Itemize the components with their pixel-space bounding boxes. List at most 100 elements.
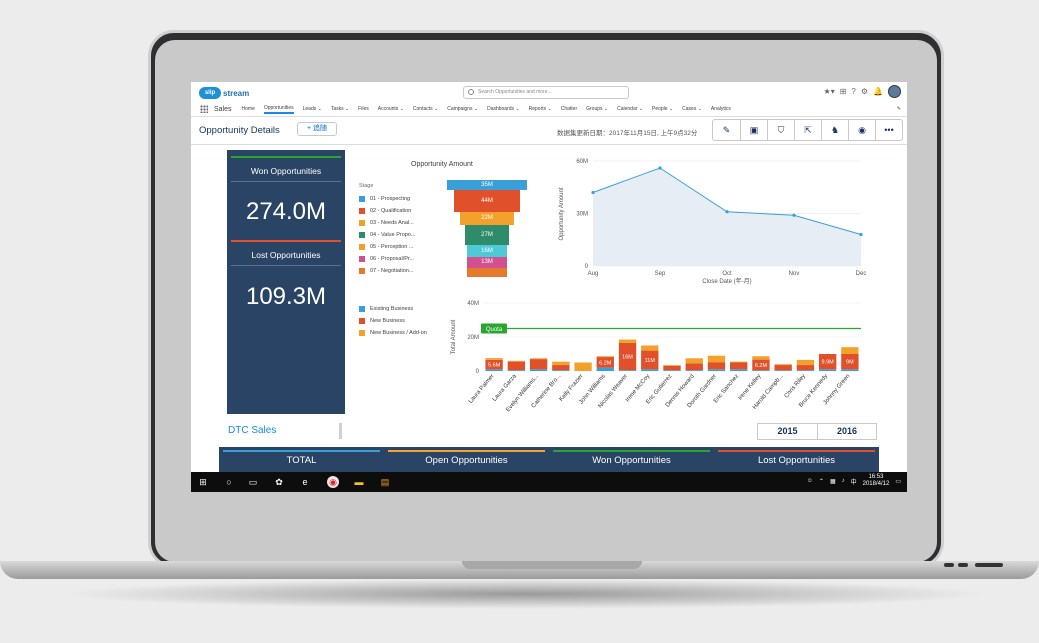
bar-segment — [641, 369, 659, 371]
bar-segment — [485, 369, 503, 371]
legend-label: New Business / Add-on — [370, 330, 427, 336]
laptop-port — [975, 563, 1003, 567]
data-point — [591, 190, 595, 195]
y-axis-label: Total Amount — [451, 319, 457, 354]
bar-segment — [663, 365, 681, 371]
x-axis-label: Close Date (年-月) — [702, 277, 751, 285]
bar-segment — [796, 359, 815, 366]
bar-segment — [752, 356, 770, 360]
summary-column[interactable]: Won Opportunities — [549, 447, 714, 472]
bar-segment — [685, 358, 703, 364]
system-tray: ☺ ⌃ ▦ ♪ 中 16:53 2018/4/12 ▭ — [807, 474, 901, 488]
network-icon[interactable]: ▦ — [830, 478, 836, 485]
x-tick-label: Dec — [856, 271, 867, 277]
data-point — [658, 166, 662, 170]
bar-segment — [552, 370, 570, 371]
clock[interactable]: 16:53 2018/4/12 — [863, 474, 890, 488]
summary-label: TOTAL — [286, 455, 317, 466]
search-icon[interactable]: ○ — [223, 476, 235, 488]
data-point — [859, 232, 863, 237]
ime-indicator[interactable]: 中 — [851, 477, 857, 486]
year-tab[interactable]: 2016 — [817, 424, 876, 439]
bar-segment — [730, 362, 748, 370]
bar-segment — [552, 361, 570, 366]
chrome-icon[interactable]: ◉ — [327, 476, 339, 488]
summary-column[interactable]: Lost Opportunities — [714, 447, 879, 472]
bar-segment — [841, 347, 859, 354]
section-title[interactable]: DTC Sales — [228, 425, 276, 436]
bar-segment — [618, 339, 637, 343]
y-tick-label: 0 — [476, 369, 480, 375]
x-tick-label: Aug — [588, 271, 599, 277]
laptop-port — [958, 563, 968, 567]
widgets-icon[interactable]: ✿ — [273, 476, 285, 488]
volume-icon[interactable]: ♪ — [842, 478, 845, 484]
legend-item[interactable]: New Business / Add-on — [359, 327, 427, 339]
data-label: 9.9M — [822, 360, 835, 366]
bar-segment — [529, 359, 548, 370]
data-label: 16M — [622, 355, 633, 361]
clock-time: 16:53 — [868, 474, 884, 480]
summary-accent-line — [388, 450, 545, 452]
app-icon[interactable]: ▤ — [379, 476, 391, 488]
bar-segment — [552, 365, 570, 371]
summary-accent-line — [223, 450, 380, 452]
bar-segment — [685, 370, 703, 371]
chevron-up-icon[interactable]: ⌃ — [819, 478, 824, 485]
year-tabs: 2015 2016 — [757, 423, 877, 440]
bar-segment — [774, 365, 792, 371]
bar-segment — [707, 369, 726, 371]
windows-taskbar: ⊞ ○ ▭ ✿ e ◉ ▬ ▤ ☺ ⌃ ▦ ♪ 中 16:53 2018/4/1… — [191, 472, 907, 492]
x-tick-label: Laura Palmer — [468, 373, 496, 404]
bar-segment — [507, 360, 526, 362]
summary-accent-line — [718, 450, 875, 452]
explorer-icon[interactable]: ▬ — [353, 476, 365, 488]
legend-swatch — [359, 330, 365, 336]
year-tab[interactable]: 2015 — [758, 424, 817, 439]
edge-icon[interactable]: e — [299, 476, 311, 488]
x-tick-label: Oct — [722, 271, 732, 277]
bar-segment — [818, 369, 837, 371]
clock-date: 2018/4/12 — [862, 481, 890, 487]
legend-item[interactable]: Existing Business — [359, 303, 427, 315]
bar-segment — [707, 362, 726, 370]
legend-swatch — [359, 306, 365, 312]
laptop-notch — [462, 561, 642, 569]
people-icon[interactable]: ☺ — [807, 478, 813, 484]
legend-label: Existing Business — [370, 306, 414, 312]
data-point — [725, 210, 729, 214]
bar-segment — [774, 364, 792, 366]
data-label: 9M — [846, 360, 854, 366]
y-axis-label: Opportunity Amount — [559, 187, 565, 240]
y-tick-label: 0 — [585, 264, 589, 270]
bar-segment — [574, 362, 592, 371]
bar-segment — [529, 369, 548, 371]
bar-segment — [507, 361, 526, 371]
bar-segment — [663, 370, 681, 371]
y-tick-label: 30M — [576, 212, 588, 218]
bar-segment — [707, 355, 726, 363]
summary-column[interactable]: Open Opportunities — [384, 447, 549, 472]
bar-segment — [774, 370, 792, 371]
legend-swatch — [359, 318, 365, 324]
bar-segment — [730, 361, 748, 363]
bar-segment — [796, 370, 815, 371]
windows-icon[interactable]: ⊞ — [197, 476, 209, 488]
bar-segment — [796, 365, 815, 371]
notification-icon[interactable]: ▭ — [895, 478, 901, 485]
bar-segment — [730, 369, 748, 371]
summary-label: Lost Opportunities — [757, 455, 836, 466]
y-tick-label: 40M — [467, 301, 479, 307]
summary-column[interactable]: TOTAL — [219, 447, 384, 472]
bar-segment — [529, 358, 548, 360]
x-tick-label: Sep — [655, 271, 666, 277]
bar-segment — [685, 363, 703, 371]
task-view-icon[interactable]: ▭ — [247, 476, 259, 488]
summary-label: Won Opportunities — [592, 455, 671, 466]
legend-item[interactable]: New Business — [359, 315, 427, 327]
charts-canvas: 60M30M0Aug Sep Oct Nov DecClose Date (年-月)Op… — [451, 159, 867, 413]
business-type-legend: Existing Business New Business New Busines… — [359, 303, 427, 339]
summary-accent-line — [553, 450, 710, 452]
summary-header: TOTAL Open Opportunities Won Opportunities… — [219, 447, 879, 472]
bar-segment — [752, 370, 770, 371]
